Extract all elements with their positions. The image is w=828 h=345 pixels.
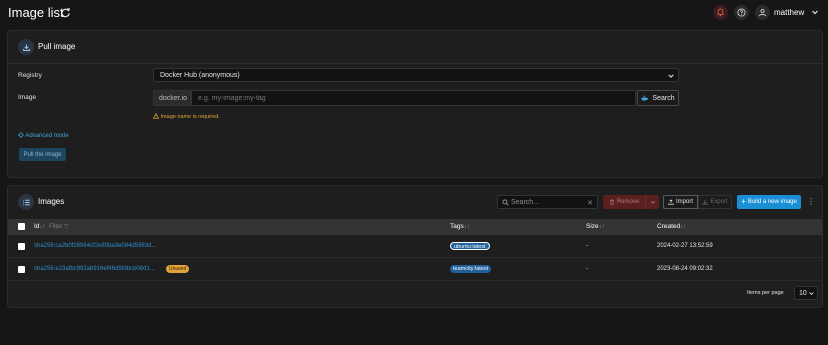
trash-icon [609, 199, 614, 205]
image-tag: ubuntu:latest [450, 242, 490, 250]
image-tag: teamcity:latest [450, 265, 492, 273]
import-button[interactable]: Import [663, 195, 698, 209]
image-registry-prefix: docker.io [153, 90, 191, 106]
chevron-down-icon [668, 74, 674, 78]
column-tags[interactable]: Tags↓↑ [450, 223, 470, 230]
image-size: - [586, 266, 588, 272]
select-all-checkbox[interactable] [18, 223, 25, 230]
column-id[interactable]: Id↓↑ [34, 223, 45, 230]
table-row: sha256:ca2b0f26964cf2e80ba3e084d5983d...… [8, 235, 822, 258]
remove-button[interactable]: Remove [603, 195, 645, 209]
sort-icon: ↓↑ [463, 224, 470, 230]
unused-badge: Unused [166, 265, 190, 273]
bell-icon [717, 8, 724, 17]
sort-icon: ↓↑ [39, 224, 46, 230]
image-id-link[interactable]: sha256:ca2b0f26964cf2e80ba3e084d5983d... [34, 243, 156, 249]
sort-icon: ↓↑ [598, 224, 605, 230]
pull-image-header: Pull image [8, 31, 822, 64]
images-search-input[interactable]: Search... ✕ [497, 195, 598, 209]
items-per-page-value: 10 [799, 290, 807, 297]
images-search-placeholder: Search... [511, 199, 540, 206]
settings-icon [18, 132, 24, 138]
help-button[interactable] [734, 5, 749, 20]
sort-icon: ↓↑ [680, 224, 687, 230]
avatar[interactable] [755, 5, 770, 20]
image-name-input[interactable]: e.g. my-image:my-tag [191, 90, 636, 106]
top-bar: Image list matthew [0, 0, 828, 26]
registry-select[interactable]: Docker Hub (anonymous) [153, 68, 679, 82]
help-icon [737, 8, 746, 17]
table-row: sha256:e23afbc992ab916ef46d9fdbcb08d1...… [8, 258, 822, 281]
refresh-icon[interactable] [60, 7, 71, 18]
search-icon [502, 199, 509, 206]
notifications-button[interactable] [713, 5, 728, 20]
import-label: Import [675, 199, 693, 205]
registry-label: Registry [18, 72, 42, 79]
column-tags-label: Tags [450, 223, 464, 230]
page-title: Image list [8, 5, 64, 20]
images-header: Images Search... ✕ Remove Import Export … [8, 186, 822, 219]
chevron-down-icon[interactable] [811, 8, 819, 16]
image-created: 2023-08-24 09:02:32 [657, 266, 713, 272]
column-created-label: Created [657, 223, 681, 230]
column-size-label: Size [586, 223, 599, 230]
list-icon [18, 194, 34, 210]
filter-icon: ▽ [64, 224, 69, 230]
upload-icon [668, 199, 674, 205]
user-icon [758, 9, 767, 17]
advanced-mode-label: Advanced mode [25, 133, 69, 139]
column-created[interactable]: Created↓↑ [657, 223, 686, 230]
build-image-button[interactable]: + Build a new image [737, 195, 801, 209]
images-title: Images [38, 197, 65, 206]
chevron-down-icon [650, 200, 655, 204]
error-message: Image name is required. [160, 114, 220, 120]
filter-label: Filter [49, 224, 63, 230]
image-created: 2024-02-27 13:52:59 [657, 243, 713, 249]
image-id-link[interactable]: sha256:e23afbc992ab916ef46d9fdbcb08d1... [34, 266, 155, 272]
pull-image-title: Pull image [38, 42, 76, 51]
export-label: Export [710, 199, 728, 205]
more-options-icon[interactable]: ⋮ [807, 197, 815, 207]
items-per-page-select[interactable]: 10 [794, 286, 818, 300]
row-checkbox[interactable] [18, 266, 25, 273]
pull-image-panel: Pull image Registry Docker Hub (anonymou… [7, 30, 823, 178]
filter-button[interactable]: Filter ▽ [49, 223, 69, 230]
download-icon [18, 39, 34, 55]
column-size[interactable]: Size↓↑ [586, 223, 605, 230]
advanced-mode-link[interactable]: Advanced mode [18, 132, 69, 139]
row-checkbox[interactable] [18, 243, 25, 250]
download-icon [702, 199, 708, 205]
search-button-label: Search [652, 94, 675, 102]
plus-icon: + [741, 197, 746, 206]
image-error: Image name is required. [153, 113, 220, 120]
table-header: Id↓↑ Filter ▽ Tags↓↑ Size↓↑ Created↓↑ [8, 219, 822, 235]
chevron-down-icon [809, 292, 814, 296]
search-button[interactable]: Search [637, 90, 679, 106]
remove-label: Remove [616, 199, 640, 205]
registry-value: Docker Hub (anonymous) [160, 72, 240, 79]
export-button[interactable]: Export [698, 195, 732, 209]
images-panel: Images Search... ✕ Remove Import Export … [7, 185, 823, 308]
clear-icon[interactable]: ✕ [587, 199, 593, 207]
pull-image-button[interactable]: Pull the image [19, 148, 66, 161]
items-per-page-label: Items per page [747, 290, 784, 296]
build-image-label: Build a new image [747, 199, 797, 205]
username[interactable]: matthew [774, 8, 804, 17]
remove-options-button[interactable] [645, 195, 659, 209]
image-label: Image [18, 94, 37, 101]
docker-icon [641, 95, 649, 101]
warning-icon [153, 113, 159, 119]
image-size: - [586, 243, 588, 249]
